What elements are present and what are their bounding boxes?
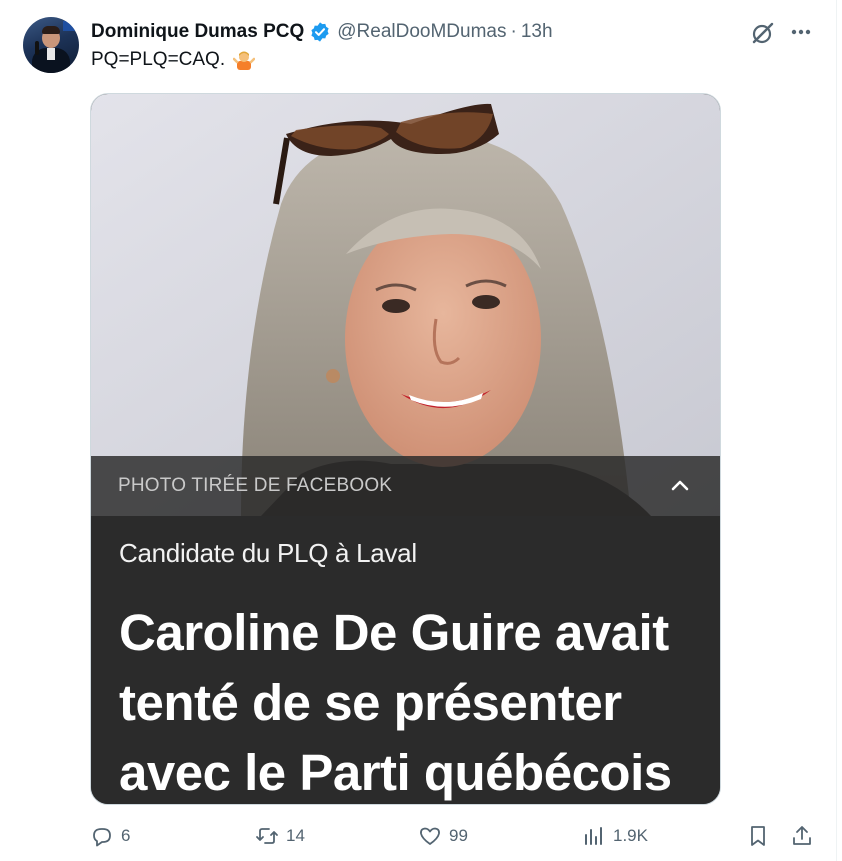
reply-icon [93, 828, 111, 847]
article-text-panel: Candidate du PLQ à Laval Caroline De Gui… [91, 516, 720, 804]
tweet-text: PQ=PLQ=CAQ. [91, 49, 256, 71]
tweet-header: Dominique Dumas PCQ @RealDooMDumas · 13h [91, 19, 553, 45]
woman-portrait-photo[interactable] [91, 94, 721, 516]
heart-icon [420, 827, 440, 845]
avatar[interactable] [23, 17, 79, 73]
like-count: 99 [449, 826, 468, 845]
share-icon [793, 826, 811, 845]
retweet-icon [256, 828, 278, 844]
more-options-icon[interactable] [787, 20, 815, 44]
author-name[interactable]: Dominique Dumas PCQ [91, 21, 304, 43]
photo-caption-bar: PHOTO TIRÉE DE FACEBOOK [91, 456, 720, 516]
avatar-hair [42, 26, 60, 34]
share-button[interactable] [790, 824, 814, 848]
separator-dot: · [510, 21, 517, 42]
microphone-shape [35, 41, 39, 55]
verified-badge-icon[interactable] [309, 21, 331, 43]
reply-button[interactable]: 6 [90, 824, 130, 848]
avatar-collar [47, 48, 55, 60]
timestamp[interactable]: 13h [521, 21, 553, 43]
article-card[interactable]: PHOTO TIRÉE DE FACEBOOK Candidate du PLQ… [90, 93, 721, 805]
chevron-up-icon[interactable] [668, 474, 692, 498]
person-shrugging-emoji-icon [233, 51, 256, 70]
retweet-button[interactable]: 14 [255, 824, 305, 848]
reply-count: 6 [121, 826, 131, 845]
tweet-actions: 6 14 99 1.9K [0, 818, 836, 858]
views-button[interactable]: 1.9K [582, 824, 648, 848]
analytics-icon [585, 827, 602, 845]
bookmark-icon [751, 826, 765, 846]
article-kicker: Candidate du PLQ à Laval [119, 538, 417, 568]
grok-icon[interactable] [750, 20, 776, 46]
author-handle[interactable]: @RealDooMDumas [337, 21, 506, 43]
article-headline: Caroline De Guire avait tenté de se prés… [119, 604, 672, 801]
view-count: 1.9K [613, 826, 648, 845]
tweet-body: PQ=PLQ=CAQ. [91, 49, 226, 70]
like-button[interactable]: 99 [418, 824, 468, 848]
retweet-count: 14 [286, 826, 305, 845]
photo-caption: PHOTO TIRÉE DE FACEBOOK [118, 475, 393, 496]
flag-shape [63, 21, 77, 31]
bookmark-button[interactable] [746, 824, 770, 848]
